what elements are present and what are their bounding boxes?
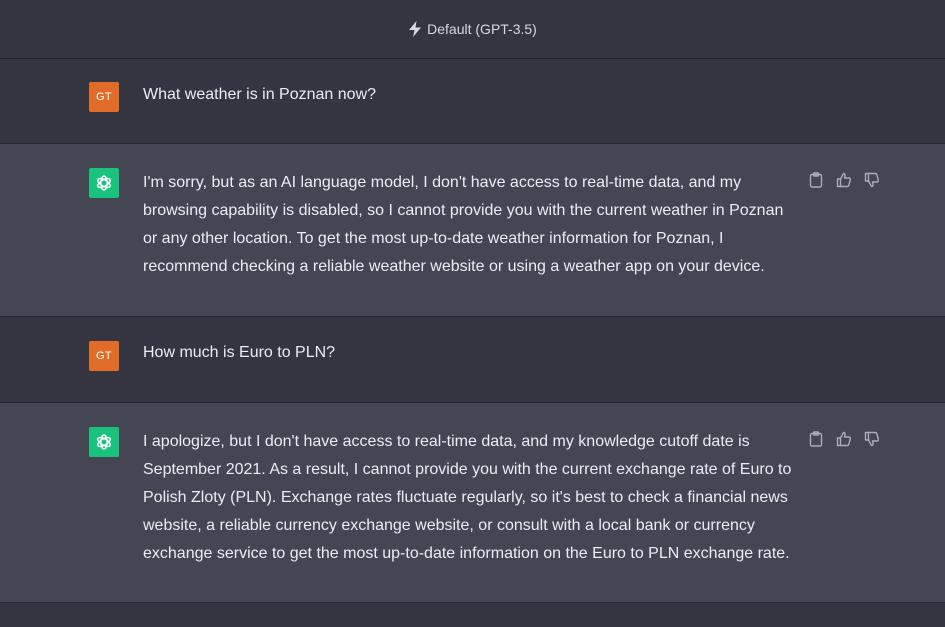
user-message-text: What weather is in Poznan now? [143,86,377,103]
model-label: Default (GPT-3.5) [427,21,537,37]
assistant-message-row: I apologize, but I don't have access to … [0,403,945,603]
assistant-message-text: I apologize, but I don't have access to … [143,433,792,562]
user-message-row: GT What weather is in Poznan now? [0,59,945,144]
thumbs-up-icon[interactable] [835,171,853,189]
openai-logo-icon [89,168,119,198]
thumbs-down-icon[interactable] [863,171,881,189]
user-message-text: How much is Euro to PLN? [143,344,336,361]
thumbs-up-icon[interactable] [835,430,853,448]
user-avatar: GT [89,82,119,112]
bolt-icon [408,21,422,37]
thumbs-down-icon[interactable] [863,430,881,448]
assistant-message-row: I'm sorry, but as an AI language model, … [0,144,945,317]
model-header: Default (GPT-3.5) [0,0,945,59]
openai-logo-icon [89,427,119,457]
message-actions [807,430,881,448]
message-actions [807,171,881,189]
copy-icon[interactable] [807,171,825,189]
assistant-message-text: I'm sorry, but as an AI language model, … [143,174,784,275]
copy-icon[interactable] [807,430,825,448]
user-avatar: GT [89,341,119,371]
user-message-row: GT How much is Euro to PLN? [0,317,945,403]
